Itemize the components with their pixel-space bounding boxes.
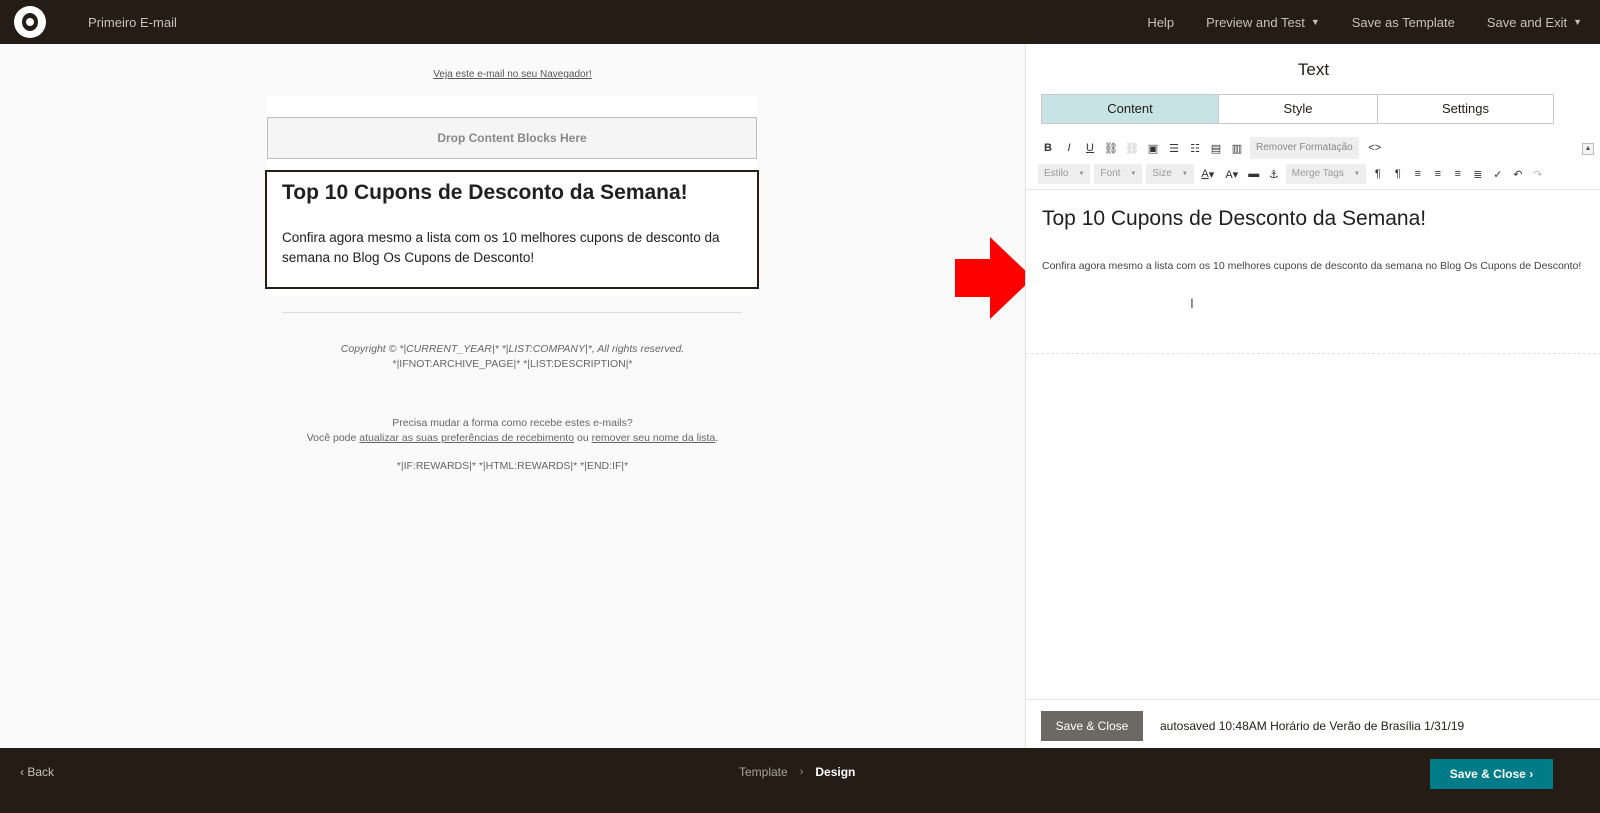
paste-text-icon[interactable]: ▤ bbox=[1208, 139, 1224, 157]
autosave-status: autosaved 10:48AM Horário de Verão de Br… bbox=[1160, 719, 1465, 733]
selected-text-block[interactable]: Top 10 Cupons de Desconto da Semana! Con… bbox=[265, 170, 759, 289]
tab-settings[interactable]: Settings bbox=[1378, 95, 1553, 123]
panel-save-close-button[interactable]: Save & Close bbox=[1041, 711, 1143, 741]
bulleted-list-icon[interactable]: ☷ bbox=[1187, 139, 1203, 157]
footer-divider bbox=[282, 312, 742, 313]
paste-word-icon[interactable]: ▥ bbox=[1229, 139, 1245, 157]
unlink-icon[interactable]: ⛓ bbox=[1124, 139, 1140, 157]
footer-rewards: *|IF:REWARDS|* *|HTML:REWARDS|* *|END:IF… bbox=[396, 460, 629, 472]
tab-style[interactable]: Style bbox=[1219, 95, 1378, 123]
editor-toolbar-row-2: Estilo ▼ Font ▼ Size ▼ A ▾ A▾ ▬ ⚓ Merge Tags… bbox=[1038, 163, 1546, 185]
top-bar: Primeiro E-mail Help Preview and Test ▼ S… bbox=[0, 0, 1600, 44]
chevron-down-icon: ▼ bbox=[1573, 17, 1582, 27]
update-preferences-link[interactable]: atualizar as suas preferências de recebi… bbox=[359, 432, 574, 444]
horizontal-rule-icon[interactable]: ▬ bbox=[1246, 165, 1262, 183]
campaign-name[interactable]: Primeiro E-mail bbox=[88, 15, 177, 30]
view-in-browser-link[interactable]: Veja este e-mail no seu Navegador! bbox=[0, 69, 1025, 80]
source-code-icon[interactable]: <> bbox=[1364, 139, 1386, 157]
editor-body-text: Confira agora mesmo a lista com os 10 me… bbox=[1042, 260, 1582, 272]
mailchimp-logo-icon[interactable] bbox=[14, 6, 46, 38]
numbered-list-icon[interactable]: ☰ bbox=[1166, 139, 1182, 157]
background-color-icon[interactable]: A▾ bbox=[1222, 165, 1242, 183]
link-icon[interactable]: ⛓ bbox=[1103, 139, 1119, 157]
size-select[interactable]: Size ▼ bbox=[1146, 164, 1194, 184]
chevron-right-icon: › bbox=[1529, 767, 1534, 781]
caret-down-icon: ▼ bbox=[1353, 171, 1360, 177]
bold-icon[interactable]: B bbox=[1040, 139, 1056, 157]
red-arrow-annotation-icon bbox=[955, 237, 1033, 319]
editor-headline: Top 10 Cupons de Desconto da Semana! bbox=[1042, 207, 1427, 230]
panel-title: Text bbox=[1297, 60, 1330, 79]
email-body-text: Confira agora mesmo a lista com os 10 me… bbox=[282, 230, 720, 265]
redo-icon[interactable]: ↷ bbox=[1530, 165, 1546, 183]
remove-formatting-button[interactable]: Remover Formatação bbox=[1250, 137, 1359, 159]
align-right-icon[interactable]: ≡ bbox=[1450, 165, 1466, 183]
breadcrumb-design: Design bbox=[815, 765, 856, 779]
save-exit-menu[interactable]: Save and Exit ▼ bbox=[1487, 15, 1582, 30]
text-editor-panel: Text Content Style Settings B I U ⛓ ⛓ ▣ … bbox=[1025, 44, 1600, 748]
image-icon[interactable]: ▣ bbox=[1145, 139, 1161, 157]
chevron-right-icon: › bbox=[799, 766, 804, 778]
font-select[interactable]: Font ▼ bbox=[1094, 164, 1143, 184]
anchor-icon[interactable]: ⚓ bbox=[1266, 165, 1282, 183]
breadcrumb: Template › Design bbox=[739, 765, 855, 779]
text-cursor-icon: I bbox=[1190, 295, 1194, 311]
style-select[interactable]: Estilo ▼ bbox=[1038, 164, 1091, 184]
align-left-icon[interactable]: ≡ bbox=[1410, 165, 1426, 183]
merge-tags-select[interactable]: Merge Tags ▼ bbox=[1285, 164, 1366, 184]
paragraph-rtl-icon[interactable]: ¶ bbox=[1390, 165, 1406, 183]
top-actions: Help Preview and Test ▼ Save as Template … bbox=[1147, 0, 1582, 44]
breadcrumb-template[interactable]: Template bbox=[739, 765, 788, 779]
help-link[interactable]: Help bbox=[1147, 15, 1174, 30]
chevron-down-icon: ▼ bbox=[1310, 17, 1320, 27]
panel-footer: Save & Close autosaved 10:48AM Horário d… bbox=[1026, 699, 1600, 748]
preview-test-menu[interactable]: Preview and Test ▼ bbox=[1206, 15, 1320, 30]
rich-text-editor[interactable]: Top 10 Cupons de Desconto da Semana! Con… bbox=[1026, 189, 1600, 354]
email-preview: Veja este e-mail no seu Navegador! Drop … bbox=[0, 44, 1025, 748]
email-headline: Top 10 Cupons de Desconto da Semana! bbox=[282, 181, 688, 204]
underline-icon[interactable]: U bbox=[1082, 139, 1098, 157]
bottom-bar: ‹ Back Template › Design Save & Close › bbox=[0, 748, 1600, 813]
unsubscribe-link[interactable]: remover seu nome da lista bbox=[592, 432, 716, 444]
footer-preferences: Precisa mudar a forma como recebe estes … bbox=[306, 417, 719, 444]
tab-content[interactable]: Content bbox=[1042, 95, 1219, 123]
undo-icon[interactable]: ↶ bbox=[1510, 165, 1526, 183]
editor-toolbar-row-1: B I U ⛓ ⛓ ▣ ☰ ☷ ▤ ▥ Remover Formatação <… bbox=[1040, 137, 1386, 159]
paragraph-ltr-icon[interactable]: ¶ bbox=[1370, 165, 1386, 183]
align-justify-icon[interactable]: ≣ bbox=[1470, 165, 1486, 183]
save-as-template-link[interactable]: Save as Template bbox=[1352, 15, 1455, 30]
caret-down-icon: ▼ bbox=[1181, 171, 1188, 177]
back-button[interactable]: ‹ Back bbox=[20, 765, 54, 779]
italic-icon[interactable]: I bbox=[1061, 139, 1077, 157]
text-color-icon[interactable]: A ▾ bbox=[1198, 165, 1218, 183]
align-center-icon[interactable]: ≡ bbox=[1430, 165, 1446, 183]
spellcheck-icon[interactable]: ✓ bbox=[1490, 165, 1506, 183]
save-close-button[interactable]: Save & Close › bbox=[1430, 759, 1553, 789]
drop-content-zone[interactable]: Drop Content Blocks Here bbox=[267, 117, 757, 159]
panel-tabs: Content Style Settings bbox=[1041, 94, 1554, 124]
caret-down-icon: ▼ bbox=[1130, 171, 1137, 177]
collapse-toolbar-icon[interactable]: ▲ bbox=[1582, 143, 1594, 155]
footer-copyright: Copyright © *|CURRENT_YEAR|* *|LIST:COMP… bbox=[340, 343, 685, 370]
caret-down-icon: ▼ bbox=[1078, 171, 1085, 177]
